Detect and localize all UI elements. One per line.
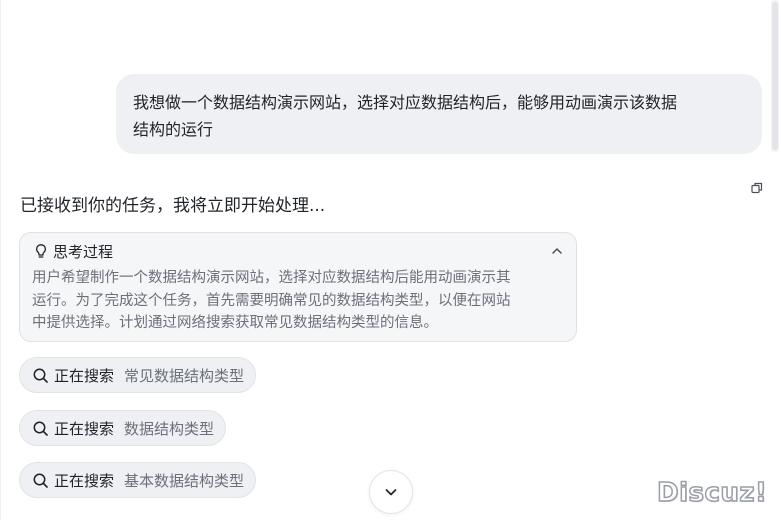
- search-icon: [33, 368, 48, 383]
- search-status-label: 正在搜索: [54, 366, 115, 385]
- search-query-text: 数据结构类型: [124, 419, 215, 438]
- chevron-up-icon[interactable]: [550, 244, 564, 258]
- search-icon: [33, 421, 48, 436]
- scrollbar-thumb[interactable]: [772, 2, 778, 150]
- watermark-logo: Discuz!: [656, 477, 768, 509]
- scroll-to-bottom-button[interactable]: [369, 470, 413, 514]
- search-status-label: 正在搜索: [54, 419, 115, 438]
- assistant-reply-text: 已接收到你的任务，我将立即开始处理...: [20, 196, 326, 216]
- search-status-pill[interactable]: 正在搜索 常见数据结构类型: [19, 357, 257, 393]
- search-query-text: 常见数据结构类型: [124, 366, 245, 385]
- chat-page: 我想做一个数据结构演示网站，选择对应数据结构后，能够用动画演示该数据 结构的运行…: [0, 0, 781, 520]
- user-message-bubble: 我想做一个数据结构演示网站，选择对应数据结构后，能够用动画演示该数据 结构的运行: [116, 74, 762, 154]
- panel-divider: [0, 0, 1, 520]
- search-query-text: 基本数据结构类型: [124, 471, 245, 490]
- lightbulb-icon: [35, 244, 47, 258]
- user-message-line-1: 我想做一个数据结构演示网站，选择对应数据结构后，能够用动画演示该数据: [133, 93, 678, 112]
- search-status-pill[interactable]: 正在搜索 数据结构类型: [19, 410, 227, 446]
- thinking-content: 用户希望制作一个数据结构演示网站，选择对应数据结构后能用动画演示其 运行。为了完…: [32, 267, 562, 335]
- thinking-line: 运行。为了完成这个任务，首先需要明确常见的数据结构类型，以便在网站: [32, 292, 511, 309]
- thinking-title: 思考过程: [53, 242, 114, 261]
- search-icon: [33, 473, 48, 488]
- chevron-down-icon: [385, 489, 397, 496]
- copy-icon[interactable]: [751, 182, 763, 194]
- search-status-label: 正在搜索: [54, 471, 115, 490]
- thinking-line: 中提供选择。计划通过网络搜索获取常见数据结构类型的信息。: [32, 315, 438, 331]
- thinking-process-panel: 思考过程 用户希望制作一个数据结构演示网站，选择对应数据结构后能用动画演示其 运…: [19, 232, 577, 342]
- search-status-pill[interactable]: 正在搜索 基本数据结构类型: [19, 462, 257, 498]
- thinking-header[interactable]: 思考过程: [33, 242, 114, 261]
- user-message-line-2: 结构的运行: [133, 120, 214, 139]
- thinking-line: 用户希望制作一个数据结构演示网站，选择对应数据结构后能用动画演示其: [32, 270, 511, 286]
